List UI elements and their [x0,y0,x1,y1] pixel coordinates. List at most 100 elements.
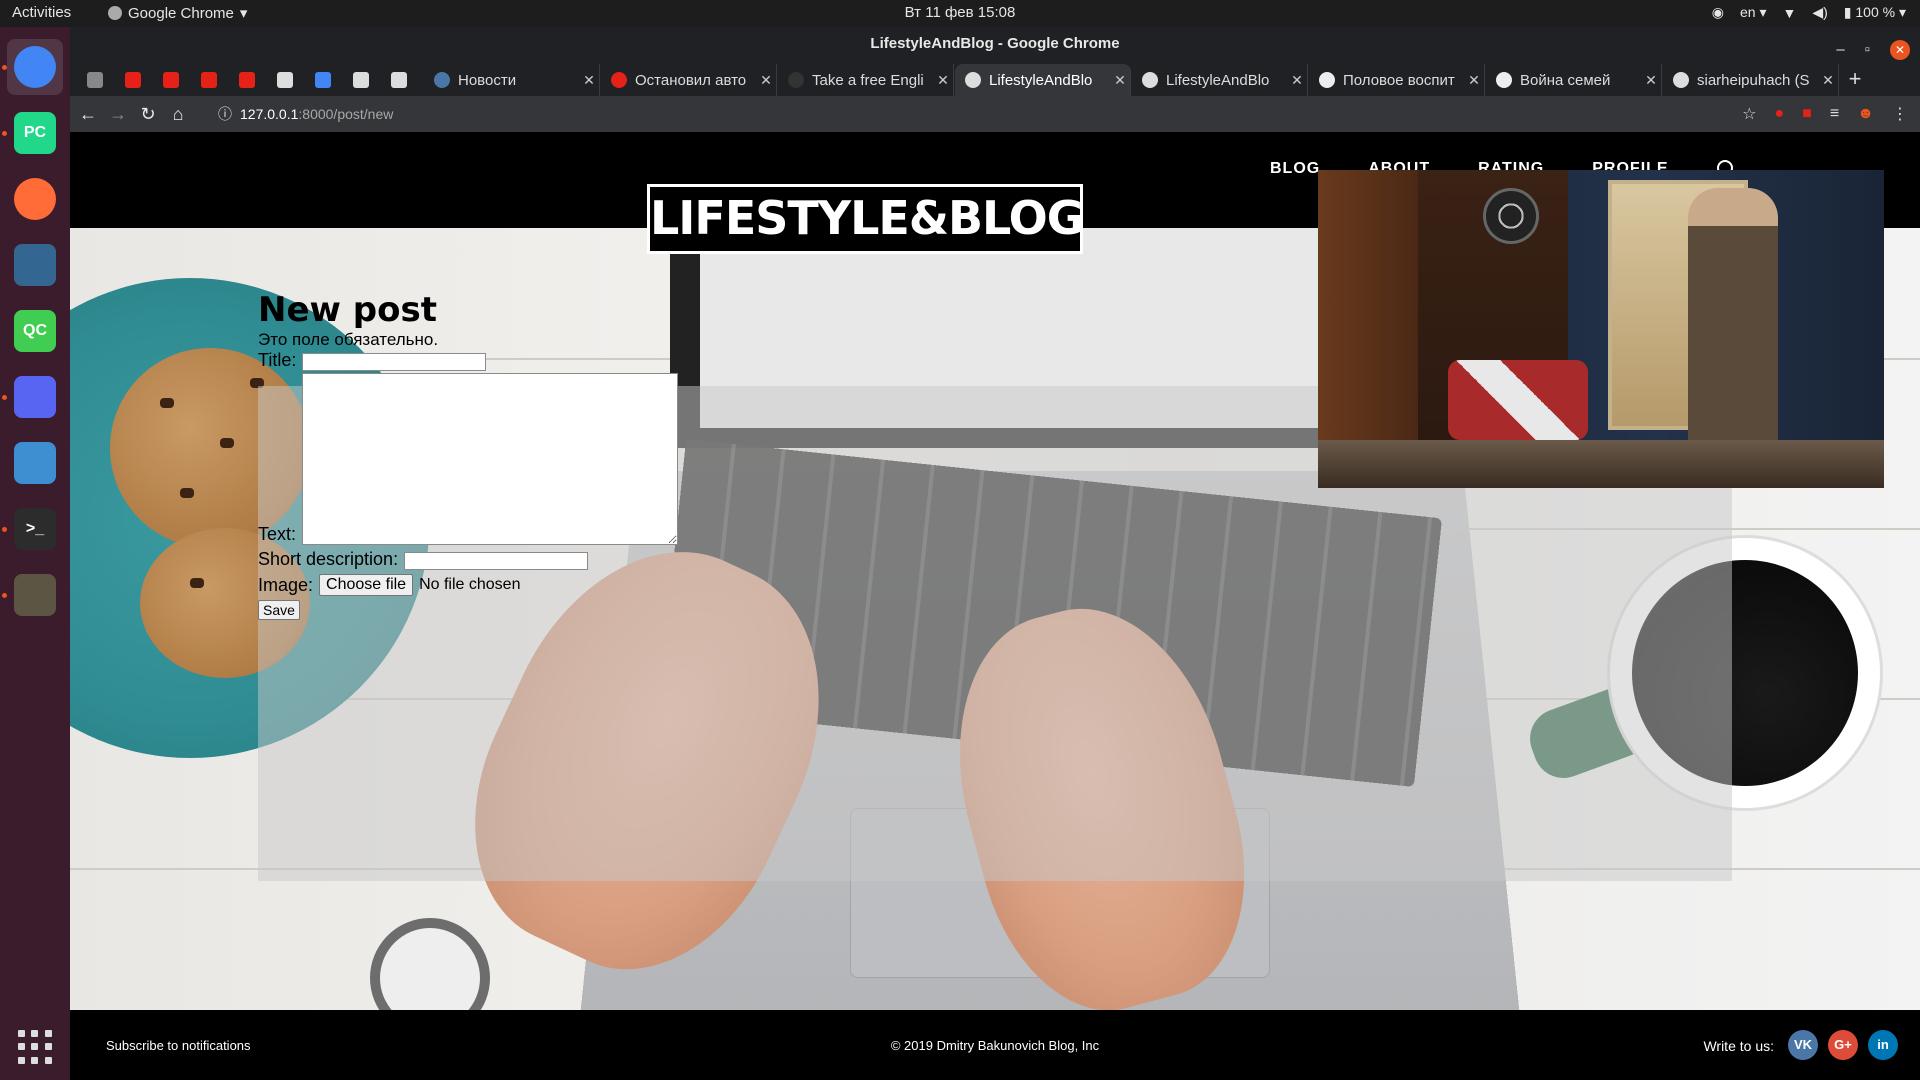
tab-favicon-icon [434,72,450,88]
window-titlebar: LifestyleAndBlog - Google Chrome – ▫ ✕ [70,27,1920,60]
tab-close-icon[interactable]: ✕ [1641,72,1661,89]
tab-0[interactable]: Новости ✕ [424,64,600,96]
tab-close-icon[interactable]: ✕ [1464,72,1484,89]
dock-pycharm-icon[interactable]: PC [7,105,63,161]
address-bar[interactable]: ⓘ 127.0.0.1:8000/post/new [210,100,1770,128]
running-indicator [2,527,7,532]
tab-6[interactable]: Война семей ✕ [1486,64,1662,96]
running-indicator [2,65,7,70]
dock-pgadmin-icon[interactable] [7,237,63,293]
dock-postman-icon[interactable] [7,171,63,227]
tab-4[interactable]: LifestyleAndBlo ✕ [1132,64,1308,96]
system-tray[interactable]: ◉ en ▾ ▼ ◀) ▮ 100 % ▾ [1712,4,1906,21]
back-icon[interactable]: ← [76,102,100,126]
save-button[interactable]: Save [258,600,300,620]
tab-favicon-icon [1142,72,1158,88]
web-page: BLOG ABOUT RATING PROFILE LIFESTYLE&BLOG… [70,132,1920,1080]
tab-close-icon[interactable]: ✕ [756,72,776,89]
pinned-tab[interactable] [190,66,228,94]
language-indicator[interactable]: en ▾ [1740,4,1767,21]
forward-icon[interactable]: → [106,102,130,126]
tab-title: Половое воспит [1343,71,1455,89]
dock-chrome-icon[interactable] [7,39,63,95]
tab-favicon-icon [788,72,804,88]
reload-icon[interactable]: ↻ [136,102,160,126]
text-label: Text: [258,524,297,544]
new-tab-button[interactable]: + [1840,64,1870,94]
tab-1[interactable]: Остановил авто ✕ [601,64,777,96]
system-top-bar: Activities Google Chrome ▾ Вт 11 фев 15:… [0,0,1920,27]
nav-blog[interactable]: BLOG [1270,160,1320,178]
pinned-tab[interactable] [266,66,304,94]
pinned-tab[interactable] [342,66,380,94]
page-title: New post [258,290,437,330]
discord-tray-icon[interactable]: ◉ [1712,4,1724,21]
site-footer: Subscribe to notifications © 2019 Dmitry… [70,1010,1920,1080]
dock-gimp-icon[interactable] [7,567,63,623]
camera-icon [87,72,103,88]
browser-toolbar: ← → ↻ ⌂ ⓘ 127.0.0.1:8000/post/new ☆ ● ■ … [70,96,1920,132]
dock-files-icon[interactable] [7,435,63,491]
pinned-tab[interactable] [304,66,342,94]
extension-icon[interactable]: ■ [1802,105,1812,123]
dock-qtcreator-icon[interactable]: QC [7,303,63,359]
red-flag-icon [163,72,179,88]
grid-icon [277,72,293,88]
tab-strip: Новости ✕ Остановил авто ✕ Take a free Engli… [70,60,1920,96]
site-logo[interactable]: LIFESTYLE&BLOG [647,184,1085,254]
title-input[interactable] [302,353,487,371]
window-title: LifestyleAndBlog - Google Chrome [870,35,1120,52]
video-popup[interactable] [1318,170,1884,488]
tab-title: Take a free Engli [812,71,924,89]
clock[interactable]: Вт 11 фев 15:08 [0,4,1920,21]
tab-5[interactable]: Половое воспит ✕ [1309,64,1485,96]
globe-icon [391,72,407,88]
tab-close-icon[interactable]: ✕ [1110,72,1130,89]
info-icon[interactable]: ⓘ [218,104,232,124]
battery-indicator: ▮ 100 % ▾ [1843,4,1906,20]
image-label: Image: [258,574,314,595]
tab-title: Остановил авто [635,71,747,89]
short-description-input[interactable] [404,552,589,570]
choose-file-button[interactable]: Choose file [319,574,414,596]
write-to-us-label: Write to us: [1703,1038,1774,1054]
home-icon[interactable]: ⌂ [166,102,190,126]
tab-3[interactable]: LifestyleAndBlo ✕ [955,64,1131,96]
text-textarea[interactable] [302,373,679,545]
pinned-tab[interactable] [76,66,114,94]
menu-icon[interactable]: ⋮ [1892,104,1908,124]
show-applications-icon[interactable] [18,1030,52,1064]
copyright: © 2019 Dmitry Bakunovich Blog, Inc [890,1038,1100,1053]
dock-discord-icon[interactable] [7,369,63,425]
tab-favicon-icon [1319,72,1335,88]
tab-close-icon[interactable]: ✕ [1818,72,1838,89]
tab-favicon-icon [1496,72,1512,88]
tab-7[interactable]: siarheipuhach (S ✕ [1663,64,1839,96]
google-plus-icon[interactable]: G+ [1828,1030,1858,1060]
bookmark-star-icon[interactable]: ☆ [1742,104,1756,124]
dock-terminal-icon[interactable]: >_ [7,501,63,557]
pinned-tab[interactable] [152,66,190,94]
linkedin-icon[interactable]: in [1868,1030,1898,1060]
youtube-icon [201,72,217,88]
tab-close-icon[interactable]: ✕ [579,72,599,89]
youtube-icon [125,72,141,88]
tab-title: siarheipuhach (S [1697,71,1810,89]
media-queue-icon[interactable]: ≡ [1830,105,1839,123]
tab-2[interactable]: Take a free Engli ✕ [778,64,954,96]
tab-close-icon[interactable]: ✕ [933,72,953,89]
pinned-tab[interactable] [114,66,152,94]
vk-icon[interactable]: VK [1788,1030,1818,1060]
google-icon [315,72,331,88]
running-indicator [2,395,7,400]
error-message: Это поле обязательно. [258,330,439,349]
tab-favicon-icon [611,72,627,88]
profile-avatar[interactable]: ☻ [1857,105,1874,123]
close-window-icon[interactable]: ✕ [1890,39,1910,60]
volume-icon: ◀) [1812,4,1828,20]
extension-icon[interactable]: ● [1774,105,1784,123]
tab-close-icon[interactable]: ✕ [1287,72,1307,89]
pinned-tab[interactable] [228,66,266,94]
running-indicator [2,593,7,598]
pinned-tab[interactable] [380,66,418,94]
